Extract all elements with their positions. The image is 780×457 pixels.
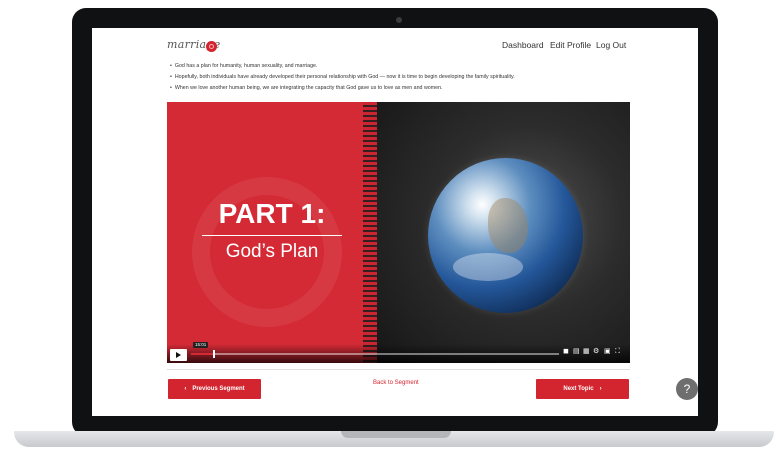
video-title-panel: PART 1: God’s Plan xyxy=(167,102,377,363)
chevron-left-icon: ‹ xyxy=(184,386,187,392)
help-button[interactable]: ? xyxy=(676,378,698,400)
video-controls: 15:01 ◼ ▤ ▦ ⚙ ▣ ⛶ xyxy=(167,342,630,363)
settings-icon[interactable]: ⚙ xyxy=(593,348,599,356)
next-topic-button[interactable]: Next Topic › xyxy=(536,379,629,399)
title-divider xyxy=(202,235,342,236)
key-point-item: When we love another human being, we are… xyxy=(170,83,670,94)
webcam-icon xyxy=(396,17,402,23)
earth-continent xyxy=(488,198,528,253)
video-progress-fill xyxy=(191,353,214,355)
earth-image xyxy=(428,158,583,313)
video-player[interactable]: PART 1: God’s Plan 15:01 ◼ ▤ ▦ ⚙ ▣ ⛶ xyxy=(167,102,630,363)
video-title-part: PART 1: xyxy=(218,198,326,229)
video-time-badge: 15:01 xyxy=(193,342,209,348)
chapters-icon[interactable]: ▦ xyxy=(583,348,590,356)
key-point-item: Hopefully, both individuals have already… xyxy=(170,72,670,83)
earth-clouds xyxy=(453,253,523,281)
previous-segment-button[interactable]: ‹ Previous Segment xyxy=(168,379,261,399)
nav-log-out-link[interactable]: Log Out xyxy=(596,40,626,50)
play-icon[interactable] xyxy=(170,349,187,361)
rose-logo-icon xyxy=(206,41,217,52)
nav-edit-profile-link[interactable]: Edit Profile xyxy=(550,40,591,50)
section-divider xyxy=(167,369,630,370)
chevron-right-icon: › xyxy=(599,386,602,392)
key-point-item: God has a plan for humanity, human sexua… xyxy=(170,61,670,72)
captions-icon[interactable]: ▤ xyxy=(573,348,580,356)
next-topic-label: Next Topic xyxy=(563,386,594,392)
video-scrubber-handle[interactable] xyxy=(213,350,216,358)
key-points-list: God has a plan for humanity, human sexua… xyxy=(170,61,670,94)
pip-icon[interactable]: ▣ xyxy=(604,348,611,356)
browser-screen: marriage Dashboard Edit Profile Log Out … xyxy=(92,28,698,416)
video-progress-bar[interactable] xyxy=(191,350,559,358)
back-to-segment-link[interactable]: Back to Segment xyxy=(373,380,419,386)
video-title-topic: God’s Plan xyxy=(225,241,319,262)
previous-segment-label: Previous Segment xyxy=(192,386,245,392)
fullscreen-icon[interactable]: ⛶ xyxy=(615,348,620,356)
laptop-notch xyxy=(341,431,451,438)
volume-icon[interactable]: ◼ xyxy=(563,348,569,356)
nav-dashboard-link[interactable]: Dashboard xyxy=(502,40,544,50)
